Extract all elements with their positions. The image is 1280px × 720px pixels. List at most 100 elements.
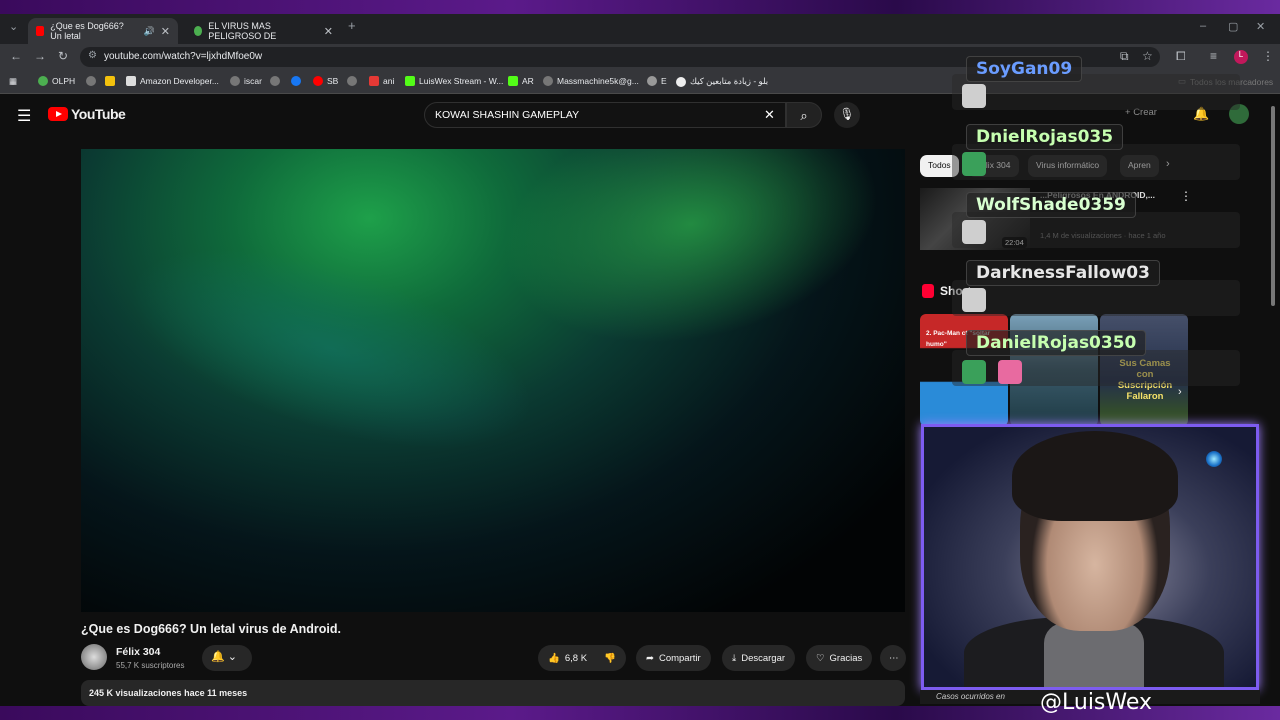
chat-username: SoyGan09: [966, 56, 1083, 82]
bookmark-item[interactable]: Massmachine5k@g...: [543, 76, 639, 86]
speaker-icon[interactable]: 🔊: [144, 26, 155, 37]
pepe-avatar-icon: [962, 360, 986, 384]
extensions-icon[interactable]: ⧠: [1176, 49, 1186, 64]
webcam-tee: [1044, 623, 1144, 687]
streamer-handle: @LuisWex: [1040, 690, 1153, 715]
clear-search-icon[interactable]: ✕: [764, 107, 775, 123]
bookmark-item[interactable]: [347, 76, 357, 86]
more-icon: ⋯: [889, 652, 899, 664]
like-count: 6,8 K: [564, 652, 588, 664]
bookmark-item[interactable]: [291, 76, 301, 86]
globe-icon: [676, 76, 686, 87]
download-icon: ⤓: [732, 652, 737, 664]
globe-icon: [86, 76, 96, 86]
tab-title: ¿Que es Dog666? Un letal: [50, 21, 124, 41]
youtube-logo[interactable]: YouTube: [48, 106, 126, 122]
bookmark-item[interactable]: iscar: [230, 76, 262, 86]
microsoft-icon: [369, 76, 379, 86]
light-orb-icon: [1206, 451, 1222, 467]
publish-date: hace 11 meses: [184, 688, 248, 698]
page-scrollbar[interactable]: [1270, 94, 1276, 706]
kick-icon: [508, 76, 518, 86]
youtube-play-icon: [48, 107, 68, 121]
bookmark-item[interactable]: SB: [313, 76, 338, 86]
bookmark-item[interactable]: بلو - زيادة متابعين كيك: [676, 76, 768, 87]
kick-icon: [405, 76, 415, 86]
chat-username: DanielRojas0350: [966, 330, 1147, 356]
mic-icon: 🎙: [839, 107, 855, 121]
cast-icon[interactable]: ⧉: [1120, 49, 1129, 64]
globe-icon: [270, 76, 280, 86]
youtube-icon: [313, 76, 323, 86]
tab-inactive[interactable]: EL VIRUS MAS PELIGROSO DE ✕: [186, 18, 341, 44]
cat-avatar-icon: [962, 220, 986, 244]
tab-active[interactable]: ¿Que es Dog666? Un letal 🔊 ✕: [28, 18, 178, 44]
chevron-right-icon[interactable]: ›: [1178, 386, 1182, 398]
like-dislike-button[interactable]: 👍 6,8 K 👎: [538, 645, 626, 671]
tab-strip: ⌄ ¿Que es Dog666? Un letal 🔊 ✕ EL VIRUS …: [0, 14, 1280, 44]
apps-icon[interactable]: ▦: [9, 76, 17, 87]
globe-icon: [38, 76, 48, 86]
bookmark-item[interactable]: [270, 76, 280, 86]
chat-username: DarknessFallow03: [966, 260, 1160, 286]
emote-icon: [998, 360, 1022, 384]
bookmark-item[interactable]: Amazon Developer...: [126, 76, 219, 86]
chat-username: DnielRojas035: [966, 124, 1124, 150]
menu-icon[interactable]: ⋮: [1262, 49, 1274, 63]
forward-icon[interactable]: →: [34, 49, 46, 63]
thumbs-up-icon[interactable]: 👍: [548, 653, 560, 664]
close-tab-icon[interactable]: ✕: [161, 25, 170, 38]
search-button[interactable]: ⌕: [786, 102, 822, 128]
download-button[interactable]: ⤓ Descargar: [722, 645, 796, 671]
close-window-icon[interactable]: ✕: [1256, 20, 1265, 33]
view-count: 245 K visualizaciones: [89, 688, 182, 698]
bookmark-item[interactable]: [105, 76, 115, 86]
voice-search-button[interactable]: 🎙: [834, 102, 860, 128]
url-text: youtube.com/watch?v=ljxhdMfoe0w: [104, 51, 263, 62]
share-button[interactable]: ➦ Compartir: [636, 645, 711, 671]
shorts-icon: [922, 284, 934, 298]
channel-name[interactable]: Félix 304: [116, 646, 160, 658]
reload-icon[interactable]: ↻: [58, 49, 68, 63]
more-options-icon[interactable]: ⋮: [1180, 189, 1192, 203]
thumbs-down-icon[interactable]: 👎: [604, 653, 616, 664]
bell-icon: 🔔: [211, 651, 225, 663]
minimize-icon[interactable]: –: [1200, 20, 1206, 32]
thanks-icon: ♡: [816, 652, 825, 664]
video-title: ¿Que es Dog666? Un letal virus de Androi…: [81, 622, 342, 636]
description-box[interactable]: 245 K visualizaciones hace 11 meses: [81, 680, 905, 706]
thanks-button[interactable]: ♡ Gracias: [806, 645, 873, 671]
globe-icon: [347, 76, 357, 86]
new-tab-icon[interactable]: +: [348, 18, 356, 33]
link-icon: [647, 76, 657, 86]
star-icon[interactable]: ☆: [1142, 49, 1153, 63]
scrollbar-thumb[interactable]: [1271, 106, 1275, 306]
facebook-icon: [291, 76, 301, 86]
bookmark-item[interactable]: [86, 76, 96, 86]
bookmark-item[interactable]: AR: [508, 76, 534, 86]
browser-toolbar: ← → ↻ ⚙ youtube.com/watch?v=ljxhdMfoe0w …: [0, 44, 1280, 70]
more-actions-button[interactable]: ⋯: [880, 645, 906, 671]
close-tab-icon[interactable]: ✕: [324, 25, 333, 38]
video-player[interactable]: [81, 149, 905, 612]
bookmark-item[interactable]: E: [647, 76, 667, 86]
globe-icon: [230, 76, 240, 86]
bookmark-item[interactable]: OLPH: [38, 76, 75, 86]
bookmark-item[interactable]: LuisWex Stream - W...: [405, 76, 503, 86]
bookmark-item[interactable]: ani: [369, 76, 394, 86]
maximize-icon[interactable]: ▢: [1228, 20, 1238, 33]
amazon-icon: [126, 76, 136, 86]
profile-avatar[interactable]: L: [1234, 50, 1248, 64]
tab-title: EL VIRUS MAS PELIGROSO DE: [208, 21, 277, 41]
subscription-bell-button[interactable]: 🔔 ⌄: [202, 645, 252, 671]
media-icon[interactable]: ≡: [1210, 49, 1217, 63]
back-icon[interactable]: ←: [10, 49, 22, 63]
search-input[interactable]: KOWAI SHASHIN GAMEPLAY: [424, 102, 786, 128]
webcam-hair: [1012, 431, 1178, 521]
cat-avatar-icon: [962, 288, 986, 312]
hamburger-menu-icon[interactable]: ☰: [17, 106, 31, 126]
channel-avatar[interactable]: [81, 644, 107, 670]
pepe-avatar-icon: [962, 152, 986, 176]
site-info-icon[interactable]: ⚙: [88, 50, 97, 61]
tab-search-icon[interactable]: ⌄: [9, 20, 18, 33]
